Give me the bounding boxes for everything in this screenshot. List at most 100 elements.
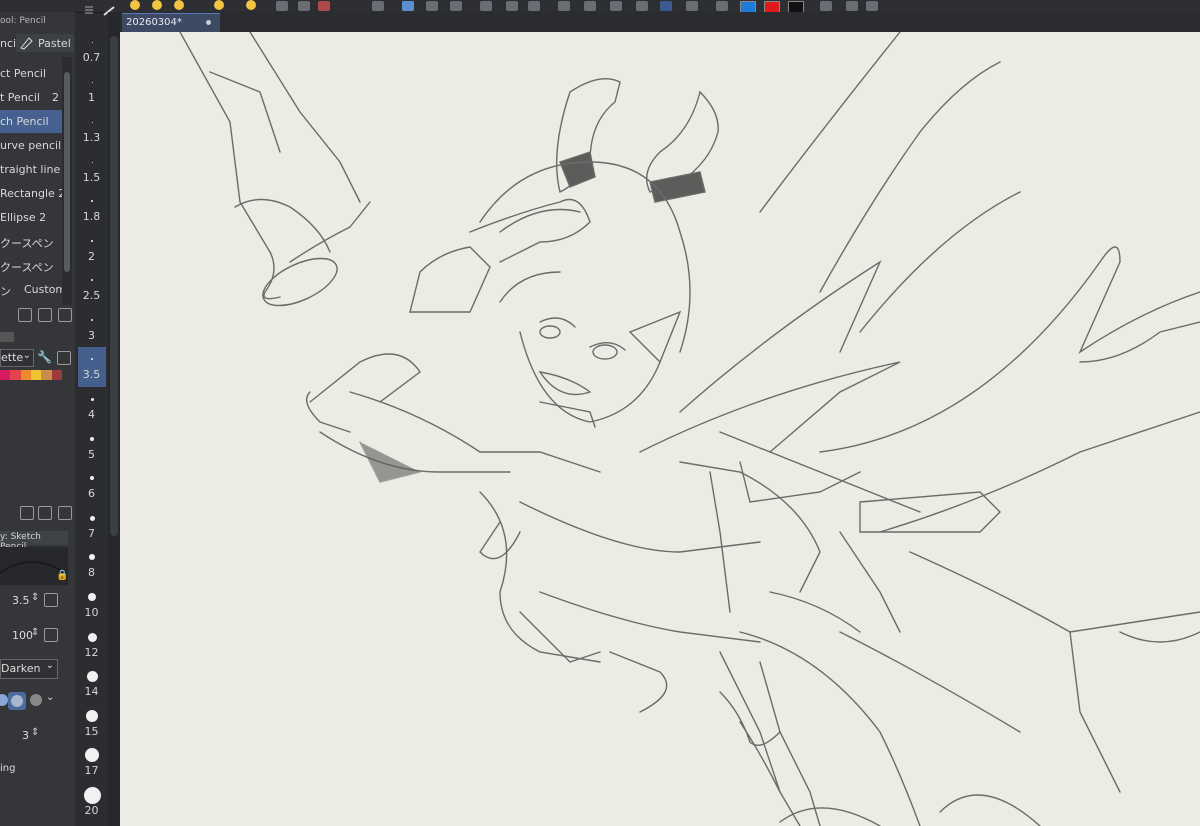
add-icon[interactable] <box>38 506 52 520</box>
soft-tip-icon[interactable] <box>11 695 23 707</box>
brush-size-dot[interactable] <box>91 358 93 360</box>
speech-icon[interactable] <box>716 1 728 11</box>
palette-color-swatch[interactable] <box>10 370 21 380</box>
brush-size-dot[interactable] <box>88 593 96 601</box>
brush-size-dot[interactable] <box>83 786 101 804</box>
document-tab[interactable]: 20260304* <box>122 13 220 32</box>
chevron-down-icon[interactable]: ⌄ <box>46 692 54 703</box>
brush-size-label[interactable]: 20 <box>75 804 108 817</box>
emoji-wink-icon[interactable] <box>214 0 224 10</box>
duplicate-brush-icon[interactable] <box>38 308 52 322</box>
brush-size-dot[interactable] <box>85 748 99 762</box>
brush-size-label[interactable]: 3.5 <box>75 368 108 381</box>
diamond-icon[interactable] <box>506 1 518 11</box>
size-palette-scroll-thumb[interactable] <box>110 36 118 536</box>
palette-color-swatch[interactable] <box>20 370 31 380</box>
snap-icon[interactable] <box>402 1 414 11</box>
brush-item[interactable]: t Pencil 2 <box>0 86 62 109</box>
palette-color-swatch[interactable] <box>41 370 52 380</box>
brush-size-label[interactable]: 1 <box>75 91 108 104</box>
close-tab-icon[interactable] <box>206 20 211 25</box>
brush-size-dot[interactable] <box>91 200 93 202</box>
brush-tool-icon[interactable] <box>102 1 116 16</box>
drawing-canvas[interactable] <box>120 32 1200 826</box>
brush-size-value[interactable]: 3.5 <box>12 594 30 607</box>
brush-tip-shape-selector[interactable]: ⌄ <box>0 690 58 712</box>
brush-size-label[interactable]: 15 <box>75 725 108 738</box>
color-set-tab[interactable] <box>0 332 14 342</box>
brush-size-label[interactable]: 5 <box>75 448 108 461</box>
stabilization-stepper-icon[interactable]: ⇕ <box>31 727 39 738</box>
import-brush-icon[interactable] <box>18 308 32 322</box>
brush-size-dot[interactable] <box>89 515 95 521</box>
palette-color-swatch[interactable] <box>51 370 62 380</box>
emoji-grin-icon[interactable] <box>174 0 184 10</box>
brush-item[interactable]: urve pencil 2 <box>0 134 62 157</box>
brush-size-dot[interactable] <box>91 161 93 163</box>
brush-size-dot[interactable] <box>91 121 93 123</box>
brush-size-label[interactable]: 0.7 <box>75 51 108 64</box>
brush-size-label[interactable]: 17 <box>75 764 108 777</box>
brush-size-dot[interactable] <box>90 437 94 441</box>
brush-size-dot[interactable] <box>90 476 94 480</box>
brush-size-label[interactable]: 8 <box>75 566 108 579</box>
opacity-link-icon[interactable] <box>44 628 58 642</box>
record-icon[interactable] <box>318 1 330 11</box>
size-stepper-icon[interactable]: ⇕ <box>31 592 39 603</box>
emoji-blush-icon[interactable] <box>246 0 256 10</box>
brush-size-label[interactable]: 1.8 <box>75 210 108 223</box>
window-icon[interactable] <box>866 1 878 11</box>
brush-size-label[interactable]: 2 <box>75 250 108 263</box>
align-icon[interactable] <box>686 1 698 11</box>
brush-size-dot[interactable] <box>89 554 95 560</box>
play-icon[interactable] <box>846 1 858 11</box>
brush-size-dot[interactable] <box>91 319 93 321</box>
subtool-tab-pencil[interactable]: ncil <box>0 34 19 52</box>
spinner-icon[interactable] <box>480 1 492 11</box>
trash-icon[interactable] <box>58 506 72 520</box>
transform-icon[interactable] <box>528 1 540 11</box>
lock-icon[interactable]: 🔒 <box>56 570 68 581</box>
blur-tip-icon[interactable] <box>30 694 42 706</box>
ruler-icon[interactable] <box>450 1 462 11</box>
brush-size-label[interactable]: 4 <box>75 408 108 421</box>
brush-item[interactable]: traight line 3 <box>0 158 62 181</box>
color-set-dropdown[interactable]: ette ⌄ <box>0 349 34 367</box>
brush-size-dot[interactable] <box>91 279 93 281</box>
brush-size-label[interactable]: 1.3 <box>75 131 108 144</box>
brush-item[interactable]: ch Pencil <box>0 110 62 133</box>
brush-size-dot[interactable] <box>90 397 94 401</box>
brush-list-scroll-thumb[interactable] <box>64 72 70 272</box>
curve-icon[interactable] <box>660 1 672 11</box>
brush-size-label[interactable]: 2.5 <box>75 289 108 302</box>
selection-icon[interactable] <box>584 1 596 11</box>
brush-size-dot[interactable] <box>86 710 98 722</box>
brush-size-label[interactable]: 1.5 <box>75 171 108 184</box>
emoji-smile-icon[interactable] <box>152 0 162 10</box>
hard-tip-icon[interactable] <box>0 694 8 706</box>
layer-icon[interactable] <box>276 1 288 11</box>
opacity-stepper-icon[interactable]: ⇕ <box>31 627 39 638</box>
corner-icon[interactable] <box>636 1 648 11</box>
wrench-icon[interactable]: 🔧 <box>37 350 52 364</box>
brush-item[interactable]: クースペン <box>0 254 62 277</box>
brush-size-label[interactable]: 6 <box>75 487 108 500</box>
menu-icon[interactable] <box>84 0 94 14</box>
brush-size-label[interactable]: 7 <box>75 527 108 540</box>
opacity-value[interactable]: 100 <box>12 629 33 642</box>
color-palette[interactable] <box>0 370 62 380</box>
brush-item[interactable]: Ellipse 2 <box>0 206 62 229</box>
brush-item[interactable]: Rectangle 2 <box>0 182 62 205</box>
download-icon[interactable] <box>57 351 71 365</box>
brush-item[interactable]: クースペン <box>0 230 62 253</box>
palette-color-swatch[interactable] <box>0 370 11 380</box>
new-file-icon[interactable] <box>20 506 34 520</box>
brush-size-dot[interactable] <box>91 81 93 83</box>
brush-size-dot[interactable] <box>91 41 93 43</box>
brush-size-label[interactable]: 12 <box>75 646 108 659</box>
brush-size-dot[interactable] <box>86 670 98 682</box>
brush-size-dot[interactable] <box>87 632 97 642</box>
brush-size-dot[interactable] <box>91 240 93 242</box>
delete-brush-icon[interactable] <box>58 308 72 322</box>
brush-item[interactable]: ct Pencil <box>0 62 62 85</box>
